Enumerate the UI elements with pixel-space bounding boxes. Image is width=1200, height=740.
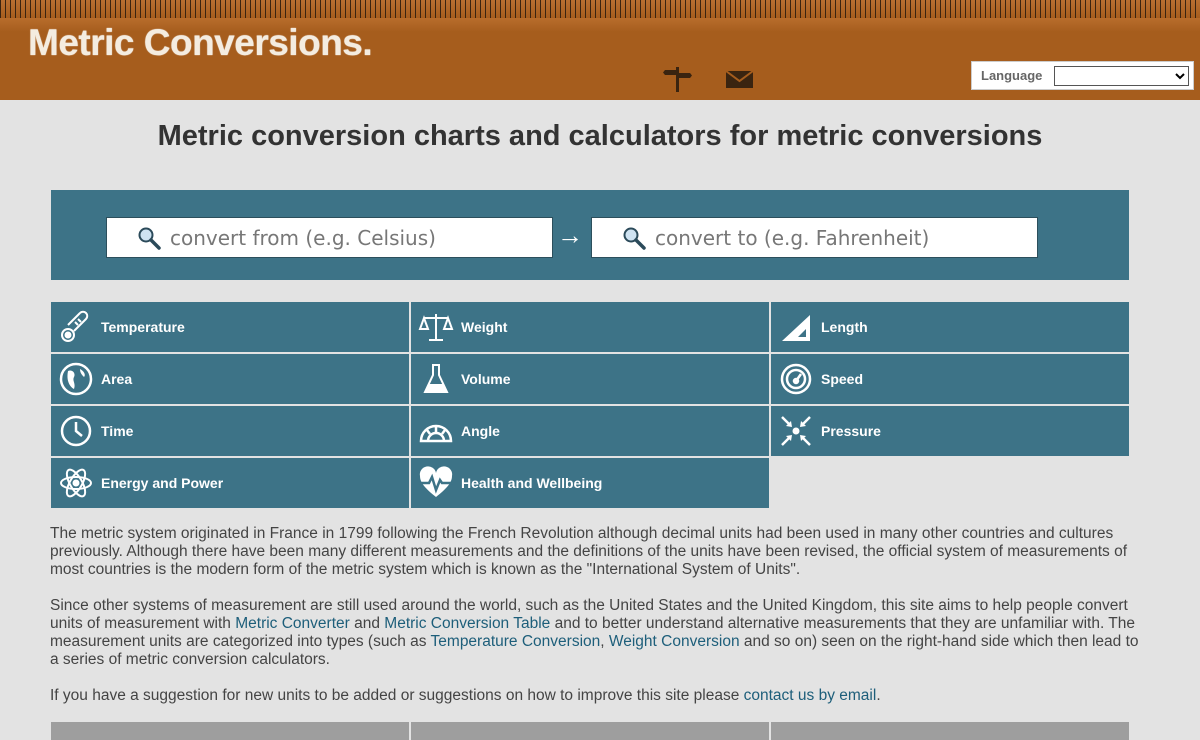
- flask-icon: [423, 364, 449, 393]
- ruler-triangle-icon: [782, 315, 810, 341]
- category-pressure[interactable]: Pressure: [771, 406, 1129, 456]
- convert-arrow: →: [557, 220, 583, 250]
- category-label: Energy and Power: [101, 475, 224, 491]
- protractor-icon: [419, 424, 453, 443]
- language-label: Language: [981, 68, 1043, 83]
- thermometer-icon: [61, 310, 89, 342]
- signpost-icon[interactable]: [662, 64, 694, 94]
- scales-icon: [418, 314, 454, 341]
- mail-icon[interactable]: [724, 64, 756, 94]
- metric-converter-link[interactable]: Metric Converter: [235, 615, 350, 632]
- contact-paragraph: If you have a suggestion for new units t…: [50, 687, 1150, 705]
- heartbeat-icon: [419, 466, 453, 497]
- category-time[interactable]: Time: [51, 406, 409, 456]
- category-weight[interactable]: Weight: [411, 302, 769, 352]
- atom-icon: [60, 468, 92, 498]
- search-panel: →: [51, 190, 1129, 280]
- globe-icon: [59, 362, 93, 396]
- category-angle[interactable]: Angle: [411, 406, 769, 456]
- category-label: Time: [101, 423, 134, 439]
- site-logo[interactable]: Metric Conversions.: [28, 22, 373, 64]
- category-label: Weight: [461, 319, 508, 335]
- category-speed[interactable]: Speed: [771, 354, 1129, 404]
- category-health-and-wellbeing[interactable]: Health and Wellbeing: [411, 458, 769, 508]
- clock-icon: [60, 415, 92, 447]
- category-volume[interactable]: Volume: [411, 354, 769, 404]
- convert-to-field[interactable]: [591, 217, 1038, 258]
- arrows-inward-icon: [781, 416, 811, 446]
- language-selector: Language: [971, 61, 1194, 90]
- category-label: Angle: [461, 423, 500, 439]
- bottom-tile[interactable]: [411, 722, 769, 740]
- category-area[interactable]: Area: [51, 354, 409, 404]
- bottom-tile[interactable]: [51, 722, 409, 740]
- weight-conversion-link[interactable]: Weight Conversion: [609, 633, 740, 650]
- category-label: Volume: [461, 371, 511, 387]
- contact-email-link[interactable]: contact us by email: [744, 687, 877, 704]
- category-label: Health and Wellbeing: [461, 475, 603, 491]
- convert-from-input[interactable]: [170, 225, 550, 250]
- search-icon: [138, 227, 161, 250]
- purpose-paragraph: Since other systems of measurement are s…: [50, 597, 1150, 669]
- temperature-conversion-link[interactable]: Temperature Conversion: [431, 633, 601, 650]
- bottom-tile[interactable]: [771, 722, 1129, 740]
- convert-from-field[interactable]: [106, 217, 553, 258]
- ruler-decoration: [0, 0, 1200, 32]
- text: .: [876, 687, 881, 704]
- metric-conversion-table-link[interactable]: Metric Conversion Table: [384, 615, 550, 632]
- category-label: Speed: [821, 371, 864, 387]
- category-temperature[interactable]: Temperature: [51, 302, 409, 352]
- category-label: Length: [821, 319, 868, 335]
- category-length[interactable]: Length: [771, 302, 1129, 352]
- convert-to-input[interactable]: [655, 225, 1035, 250]
- intro-paragraph: The metric system originated in France i…: [50, 525, 1128, 578]
- search-icon: [623, 227, 646, 250]
- text: and: [349, 615, 385, 632]
- text: ,: [600, 633, 609, 650]
- site-header: Metric Conversions. Language: [0, 0, 1200, 100]
- language-dropdown[interactable]: [1054, 65, 1189, 86]
- speedometer-icon: [780, 363, 812, 395]
- category-label: Pressure: [821, 423, 881, 439]
- category-label: Temperature: [101, 319, 185, 335]
- page-title: Metric conversion charts and calculators…: [157, 120, 1043, 152]
- category-energy-and-power[interactable]: Energy and Power: [51, 458, 409, 508]
- category-label: Area: [101, 371, 133, 387]
- text: If you have a suggestion for new units t…: [50, 687, 744, 704]
